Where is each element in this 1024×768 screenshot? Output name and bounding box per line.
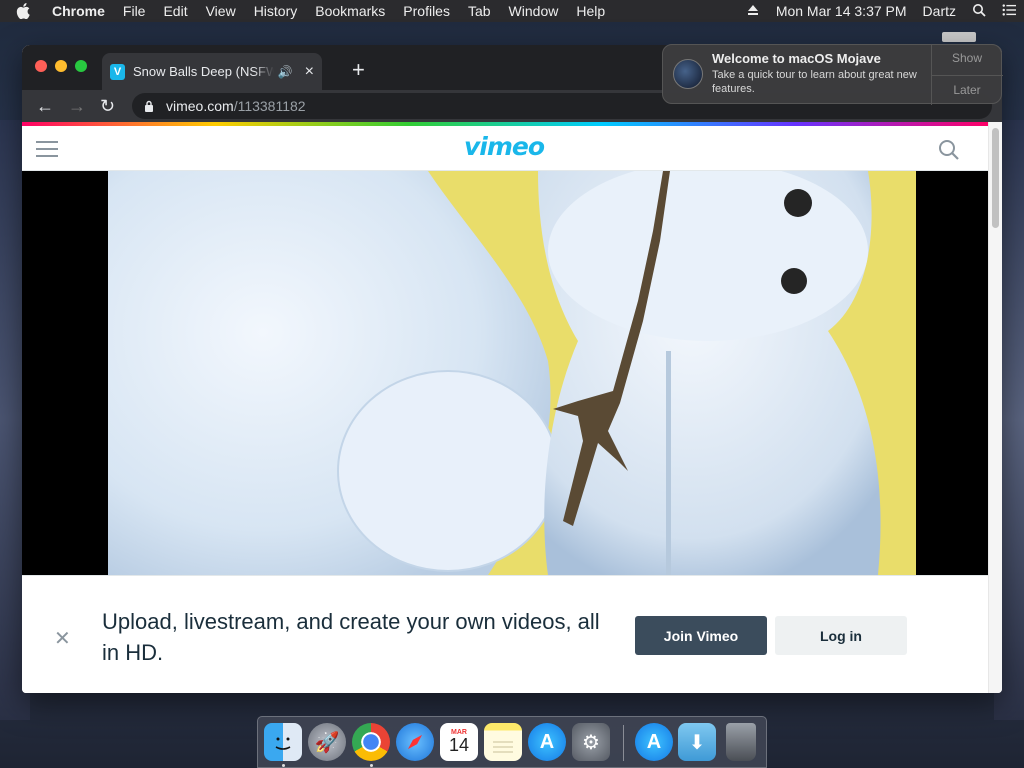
notification-later-button[interactable]: Later — [931, 83, 1003, 97]
notification-banner[interactable]: Welcome to macOS Mojave Take a quick tou… — [662, 44, 1003, 105]
tab-title: Snow Balls Deep (NSFW) o — [133, 64, 274, 79]
log-in-button[interactable]: Log in — [775, 616, 907, 655]
apple-menu-icon[interactable] — [16, 3, 34, 19]
vimeo-favicon-icon: V — [110, 63, 125, 80]
browser-tab[interactable]: V Snow Balls Deep (NSFW) o 🔊 × — [102, 53, 322, 90]
notes-icon[interactable] — [484, 723, 522, 761]
notification-title: Welcome to macOS Mojave — [712, 51, 881, 66]
hamburger-menu-icon[interactable] — [36, 141, 58, 162]
menu-bar: Chrome File Edit View History Bookmarks … — [0, 0, 1024, 22]
menu-profiles[interactable]: Profiles — [394, 3, 459, 19]
banner-message: Upload, livestream, and create your own … — [102, 609, 600, 665]
chrome-running-dot — [370, 764, 373, 767]
join-vimeo-button[interactable]: Join Vimeo — [635, 616, 767, 655]
trash-icon[interactable] — [726, 723, 756, 761]
app-store-icon[interactable]: A — [528, 723, 566, 761]
video-frame[interactable] — [108, 171, 916, 575]
menu-view[interactable]: View — [197, 3, 245, 19]
menu-window[interactable]: Window — [500, 3, 568, 19]
finder-running-dot — [282, 764, 285, 767]
close-tab-icon[interactable]: × — [305, 63, 314, 81]
safari-icon[interactable] — [396, 723, 434, 761]
video-frame-image — [108, 171, 916, 575]
url-path: /113381182 — [233, 98, 306, 114]
menu-history[interactable]: History — [245, 3, 307, 19]
menu-help[interactable]: Help — [567, 3, 614, 19]
menu-bookmarks[interactable]: Bookmarks — [306, 3, 394, 19]
url-host: vimeo.com — [166, 98, 234, 114]
signup-banner: ✕ Upload, livestream, and create your ow… — [22, 575, 988, 693]
maximize-window-button[interactable] — [75, 60, 87, 72]
window-controls — [35, 60, 87, 72]
back-arrow-icon[interactable]: ← — [36, 96, 54, 117]
mojave-icon — [673, 59, 703, 89]
notification-button-divider — [931, 75, 1003, 76]
menu-tab[interactable]: Tab — [459, 3, 500, 19]
launchpad-icon[interactable]: 🚀 — [308, 723, 346, 761]
eject-icon[interactable] — [738, 3, 768, 20]
video-player[interactable] — [22, 171, 988, 575]
page-scrollbar[interactable] — [988, 122, 1002, 693]
minimize-window-button[interactable] — [55, 60, 67, 72]
reload-icon[interactable]: ↻ — [100, 96, 115, 117]
notification-show-button[interactable]: Show — [931, 51, 1003, 65]
system-preferences-icon[interactable]: ⚙ — [572, 723, 610, 761]
lock-icon — [145, 100, 153, 112]
dock-divider — [623, 725, 624, 761]
external-drive-icon[interactable] — [942, 32, 976, 42]
menu-edit[interactable]: Edit — [154, 3, 196, 19]
finder-icon[interactable] — [264, 723, 302, 761]
dock: 🚀 MAR 14 A ⚙ A ⬇ — [257, 716, 767, 768]
search-icon[interactable] — [938, 139, 960, 161]
close-banner-icon[interactable]: ✕ — [54, 626, 71, 651]
notification-body: Take a quick tour to learn about great n… — [712, 69, 917, 95]
calendar-icon[interactable]: MAR 14 — [440, 723, 478, 761]
scrollbar-thumb[interactable] — [992, 128, 999, 228]
audio-playing-icon[interactable]: 🔊 — [278, 65, 293, 79]
app-store-alt-icon[interactable]: A — [635, 723, 673, 761]
vimeo-logo[interactable]: vimeo — [464, 132, 545, 161]
vimeo-header: vimeo — [22, 126, 988, 171]
notification-center-icon[interactable] — [994, 3, 1024, 20]
menu-file[interactable]: File — [114, 3, 155, 19]
menu-clock[interactable]: Mon Mar 14 3:37 PM — [768, 3, 915, 19]
forward-arrow-icon[interactable]: → — [68, 96, 86, 117]
calendar-day: 14 — [448, 734, 470, 755]
snowman-eye-icon — [784, 189, 812, 217]
close-window-button[interactable] — [35, 60, 47, 72]
menu-user-name[interactable]: Dartz — [915, 3, 964, 19]
new-tab-button[interactable]: + — [352, 57, 365, 83]
chrome-window: V Snow Balls Deep (NSFW) o 🔊 × + ← → ↻ v… — [22, 45, 1002, 693]
menu-app-name[interactable]: Chrome — [52, 3, 114, 19]
downloads-folder-icon[interactable]: ⬇ — [678, 723, 716, 761]
spotlight-search-icon[interactable] — [964, 3, 994, 20]
chrome-icon[interactable] — [352, 723, 390, 761]
